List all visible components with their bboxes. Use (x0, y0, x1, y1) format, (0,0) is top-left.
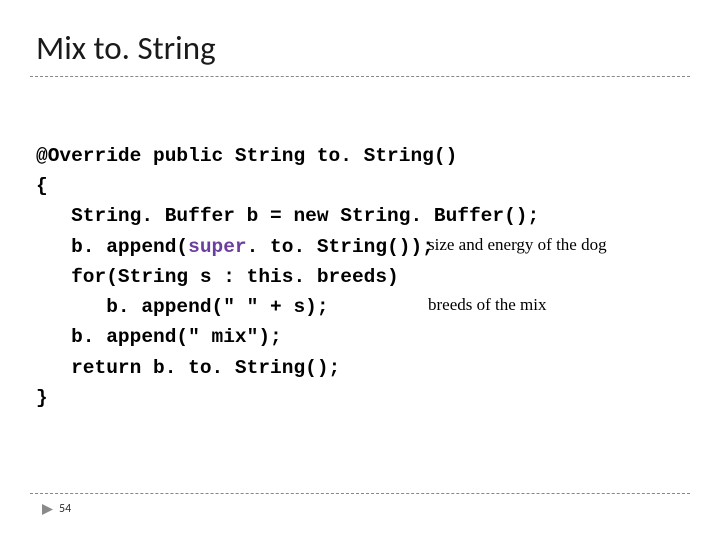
code-line-2: { (36, 175, 48, 197)
page-number: 54 (59, 502, 71, 516)
page-row: 54 (30, 502, 690, 516)
code-line-3: String. Buffer b = new String. Buffer(); (36, 205, 539, 227)
footer: 54 (30, 493, 690, 516)
code-line-9: } (36, 387, 48, 409)
code-line-5: for(String s : this. breeds) (36, 266, 399, 288)
keyword-super: super (188, 236, 247, 258)
annotation-size-energy: size and energy of the dog (428, 235, 607, 255)
code-line-6: b. append(" " + s); (36, 296, 329, 318)
code-line-1: @Override public String to. String() (36, 145, 457, 167)
code-line-4b: . to. String()); (247, 236, 434, 258)
slide-title: Mix to. String (0, 0, 720, 76)
triangle-icon (42, 504, 53, 515)
code-block: @Override public String to. String() { S… (36, 141, 684, 413)
code-line-4a: b. append( (36, 236, 188, 258)
code-line-8: return b. to. String(); (36, 357, 340, 379)
code-line-7: b. append(" mix"); (36, 326, 282, 348)
annotation-breeds: breeds of the mix (428, 295, 547, 315)
footer-divider (30, 493, 690, 494)
content-area: @Override public String to. String() { S… (0, 77, 720, 413)
